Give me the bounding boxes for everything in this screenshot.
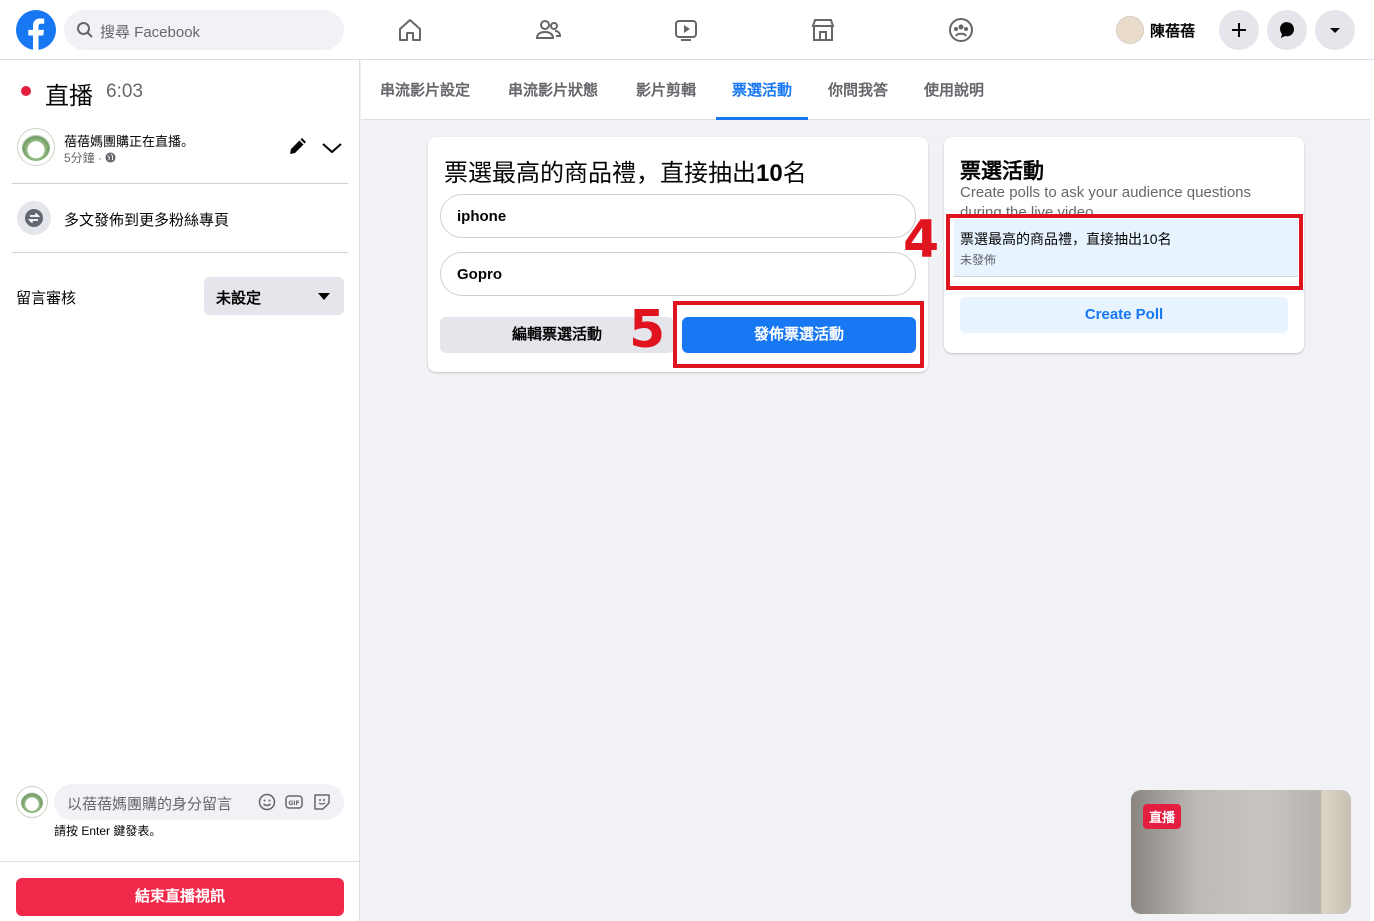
globe-icon <box>105 152 116 163</box>
poll-option-text: iphone <box>457 208 507 225</box>
search-icon <box>77 22 93 38</box>
live-badge: 直播 <box>1143 804 1182 829</box>
annotation-step-number: 4 <box>903 210 940 270</box>
comment-moderation-select[interactable]: 未設定 <box>204 277 344 315</box>
chevron-down-icon[interactable] <box>320 136 344 160</box>
page-avatar[interactable] <box>17 128 55 166</box>
polls-list-description: Create polls to ask your audience questi… <box>960 184 1252 217</box>
emoji-icon[interactable] <box>257 792 277 812</box>
divider <box>0 861 360 862</box>
caret-down-icon <box>1330 28 1340 33</box>
moderation-value: 未設定 <box>216 290 262 307</box>
live-indicator <box>21 86 31 96</box>
page-post-time: 5分鐘 · <box>64 149 116 166</box>
live-elapsed-time: 6:03 <box>106 81 143 102</box>
comment-input[interactable]: 以蓓蓓媽團購的身分留言 GIF <box>54 784 344 820</box>
page-live-status: 蓓蓓媽團購正在直播。 <box>64 134 195 149</box>
live-producer-tabs: 串流影片設定 串流影片狀態 影片剪輯 票選活動 你問我答 使用說明 <box>361 60 1370 120</box>
friends-icon[interactable] <box>530 12 566 48</box>
avatar <box>1116 16 1144 44</box>
comment-placeholder: 以蓓蓓媽團購的身分留言 <box>67 796 233 813</box>
poll-question-prefix: 票選最高的商品禮，直接抽出 <box>444 160 756 187</box>
account-menu-button[interactable] <box>1315 10 1355 50</box>
create-poll-button[interactable]: Create Poll <box>960 297 1288 333</box>
polls-list-title: 票選活動 <box>960 160 1044 183</box>
live-title: 直播 <box>45 83 93 110</box>
groups-icon[interactable] <box>943 12 979 48</box>
caret-down-icon <box>318 293 330 300</box>
tab-clips[interactable]: 影片剪輯 <box>620 60 712 120</box>
plus-icon <box>1232 23 1246 37</box>
divider <box>12 183 348 184</box>
marketplace-icon[interactable] <box>805 12 841 48</box>
live-video-preview[interactable]: 直播 <box>1131 790 1351 914</box>
tab-stream-setup[interactable]: 串流影片設定 <box>364 60 486 120</box>
poll-option-input[interactable]: iphone <box>440 194 916 238</box>
end-live-video-button[interactable]: 結束直播視訊 <box>16 878 344 916</box>
annotation-highlight-box <box>946 214 1303 290</box>
tab-help[interactable]: 使用說明 <box>908 60 1000 120</box>
tab-polls[interactable]: 票選活動 <box>716 60 809 120</box>
messenger-button[interactable] <box>1267 10 1307 50</box>
divider <box>12 252 348 253</box>
annotation-highlight-box <box>673 301 924 368</box>
search-input[interactable]: 搜尋 Facebook <box>64 10 344 50</box>
commenter-avatar <box>16 786 48 818</box>
annotation-step-number: 5 <box>629 300 666 360</box>
crosspost-icon[interactable] <box>17 201 51 235</box>
poll-option-text: Gopro <box>457 266 502 283</box>
poll-question-number: 10 <box>756 160 783 187</box>
svg-text:GIF: GIF <box>288 800 299 807</box>
watch-video-icon[interactable] <box>668 12 704 48</box>
top-navigation-bar: 搜尋 Facebook 陳蓓蓓 <box>0 0 1374 60</box>
right-edge <box>1370 60 1374 921</box>
post-time-text: 5分鐘 · <box>64 151 103 165</box>
poll-question[interactable]: 票選最高的商品禮，直接抽出10名 <box>444 153 807 188</box>
crosspost-label[interactable]: 多文發佈到更多粉絲專頁 <box>64 209 229 230</box>
gif-icon[interactable]: GIF <box>284 792 304 812</box>
sticker-icon[interactable] <box>312 792 332 812</box>
user-name: 陳蓓蓓 <box>1150 22 1196 40</box>
comment-moderation-label: 留言審核 <box>16 290 77 307</box>
edit-pencil-icon[interactable] <box>286 134 310 158</box>
create-button[interactable] <box>1219 10 1259 50</box>
search-placeholder: 搜尋 Facebook <box>100 24 201 41</box>
home-icon[interactable] <box>392 12 428 48</box>
poll-option-input[interactable]: Gopro <box>440 252 916 296</box>
tab-questions[interactable]: 你問我答 <box>812 60 904 120</box>
tab-stream-health[interactable]: 串流影片狀態 <box>492 60 614 120</box>
enter-hint: 請按 Enter 鍵發表。 <box>54 824 162 838</box>
facebook-logo-icon[interactable] <box>16 10 56 50</box>
messenger-icon <box>1280 22 1294 38</box>
poll-question-suffix: 名 <box>782 160 807 187</box>
profile-link[interactable]: 陳蓓蓓 <box>1116 16 1195 44</box>
